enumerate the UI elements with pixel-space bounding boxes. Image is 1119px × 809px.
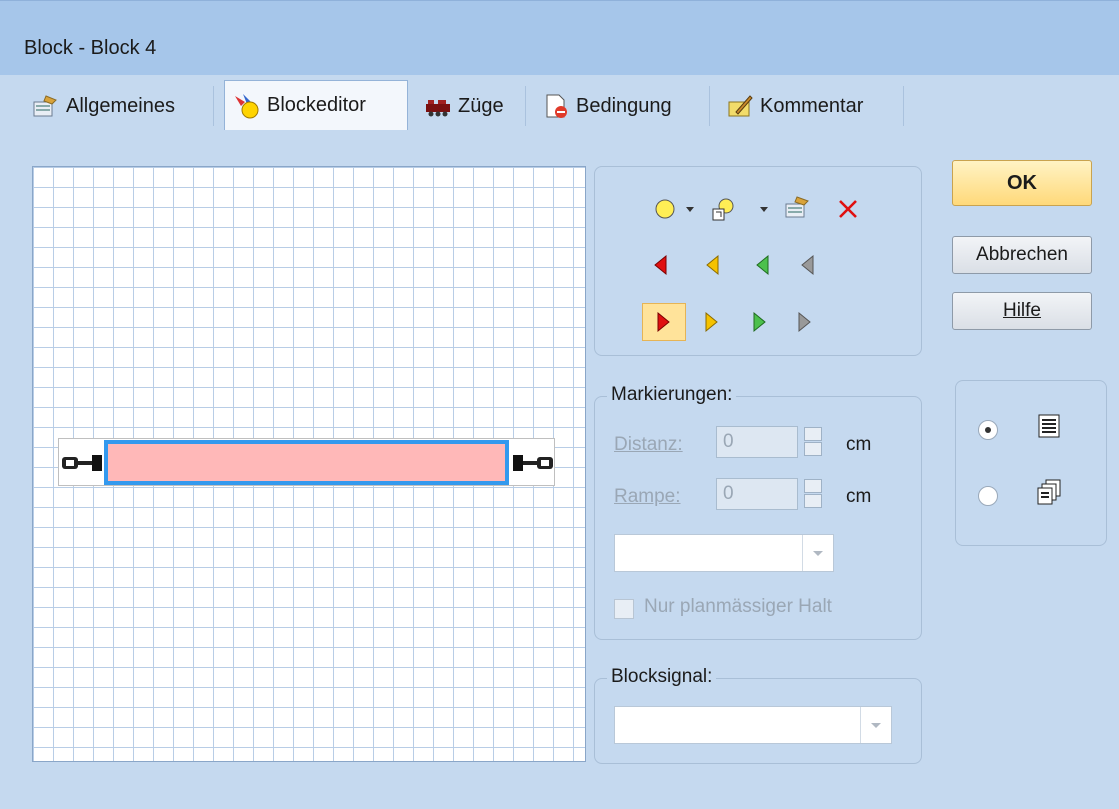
dialog-window: Block - Block 4 Allgemeines Blockeditor … xyxy=(0,0,1119,809)
nur-planmaessiger-halt-checkbox[interactable] xyxy=(614,599,634,619)
comment-icon xyxy=(726,92,754,120)
shape-marker-icon[interactable] xyxy=(708,194,738,224)
blocksignal-legend: Blocksignal: xyxy=(607,666,717,688)
dropdown-arrow-icon[interactable] xyxy=(680,194,700,224)
condition-icon xyxy=(542,92,570,120)
tab-blockeditor[interactable]: Blockeditor xyxy=(224,80,408,130)
view-options-group xyxy=(955,380,1107,546)
train-icon xyxy=(424,92,452,120)
chevron-down-icon xyxy=(802,535,833,571)
tab-label: Züge xyxy=(458,94,504,117)
yellow-left-arrow-icon[interactable] xyxy=(697,250,727,280)
tab-strip: Allgemeines Blockeditor Züge Bedingung K… xyxy=(24,80,1114,130)
tab-bedingung[interactable]: Bedingung xyxy=(534,86,710,126)
tab-allgemeines[interactable]: Allgemeines xyxy=(24,86,214,126)
circle-marker-icon[interactable] xyxy=(650,194,680,224)
rampe-label: Rampe: xyxy=(614,486,681,507)
tab-kommentar[interactable]: Kommentar xyxy=(718,86,904,126)
right-buffer-icon[interactable] xyxy=(509,451,555,475)
help-button[interactable]: Hilfe xyxy=(952,292,1092,330)
left-buffer-icon[interactable] xyxy=(60,451,106,475)
tab-label: Blockeditor xyxy=(267,94,366,116)
green-right-arrow-icon[interactable] xyxy=(745,307,775,337)
tab-label: Bedingung xyxy=(576,94,672,117)
markierungen-legend: Markierungen: xyxy=(607,384,737,406)
tab-zuege[interactable]: Züge xyxy=(416,86,526,126)
settings-icon xyxy=(32,92,60,120)
delete-icon[interactable] xyxy=(833,194,863,224)
distanz-label: Distanz: xyxy=(614,434,683,455)
distanz-spinner[interactable] xyxy=(804,426,824,458)
yellow-right-arrow-icon[interactable] xyxy=(697,307,727,337)
green-left-arrow-icon[interactable] xyxy=(747,250,777,280)
cascade-view-icon xyxy=(1036,478,1064,512)
title-bar: Block - Block 4 xyxy=(0,0,1119,75)
distanz-field[interactable]: 0 xyxy=(716,426,798,458)
block-editor-icon xyxy=(233,92,261,120)
rampe-field[interactable]: 0 xyxy=(716,478,798,510)
window-title: Block - Block 4 xyxy=(24,37,157,59)
tab-label: Allgemeines xyxy=(66,94,175,117)
list-view-icon xyxy=(1036,412,1062,446)
marker-type-select[interactable] xyxy=(614,534,834,572)
grey-right-arrow-icon[interactable] xyxy=(790,307,820,337)
chevron-down-icon xyxy=(860,707,891,743)
dropdown-arrow-icon[interactable] xyxy=(754,194,774,224)
tab-label: Kommentar xyxy=(760,94,864,117)
checkbox-label: Nur planmässiger Halt xyxy=(644,596,832,617)
properties-icon[interactable] xyxy=(782,192,812,222)
block-element[interactable] xyxy=(104,440,509,485)
cascade-view-radio[interactable] xyxy=(978,486,998,506)
red-right-arrow-icon[interactable] xyxy=(642,303,686,341)
ok-button[interactable]: OK xyxy=(952,160,1092,206)
grey-left-arrow-icon[interactable] xyxy=(792,250,822,280)
cancel-button[interactable]: Abbrechen xyxy=(952,236,1092,274)
blocksignal-select[interactable] xyxy=(614,706,892,744)
red-left-arrow-icon[interactable] xyxy=(645,250,675,280)
rampe-spinner[interactable] xyxy=(804,478,824,510)
rampe-unit: cm xyxy=(846,486,872,507)
list-view-radio[interactable] xyxy=(978,420,998,440)
distanz-unit: cm xyxy=(846,434,872,455)
